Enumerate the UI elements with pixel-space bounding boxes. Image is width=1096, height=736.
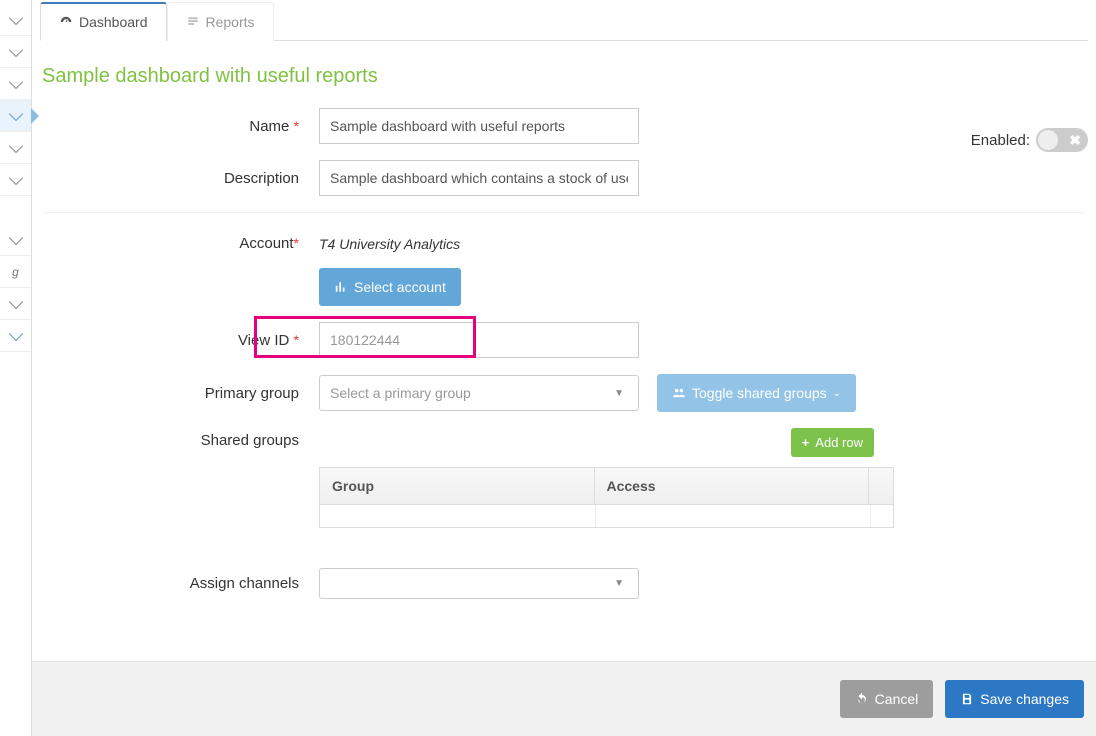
name-label: Name <box>249 118 289 135</box>
sidebar-item-2[interactable] <box>0 36 31 68</box>
primary-group-placeholder: Select a primary group <box>330 385 471 401</box>
plus-icon: + <box>802 435 810 450</box>
add-row-button[interactable]: + Add row <box>791 428 874 457</box>
account-value: T4 University Analytics <box>319 236 460 252</box>
chevron-down-icon <box>8 326 22 340</box>
table-row <box>320 505 893 527</box>
assign-channels-select[interactable]: ▼ <box>319 568 639 599</box>
tab-dashboard[interactable]: Dashboard <box>40 2 167 41</box>
required-icon: * <box>294 118 299 134</box>
close-icon: ✖ <box>1069 131 1081 149</box>
column-header-access: Access <box>595 468 870 504</box>
save-button[interactable]: Save changes <box>945 680 1084 718</box>
sidebar-item-6[interactable] <box>0 164 31 196</box>
name-input[interactable] <box>319 108 639 144</box>
dashboard-icon <box>59 15 73 29</box>
view-id-input[interactable] <box>319 322 639 358</box>
main-panel: Dashboard Reports Sample dashboard with … <box>32 0 1096 736</box>
sidebar-item-3[interactable] <box>0 68 31 100</box>
primary-group-label: Primary group <box>205 385 299 402</box>
chevron-down-icon <box>8 74 22 88</box>
sidebar-item-10[interactable] <box>0 320 31 352</box>
chevron-down-icon <box>8 42 22 56</box>
tab-reports[interactable]: Reports <box>167 2 274 41</box>
separator <box>44 212 1084 213</box>
chevron-down-icon <box>8 138 22 152</box>
required-icon: * <box>294 332 299 348</box>
toggle-shared-groups-button[interactable]: Toggle shared groups ⌄ <box>657 374 856 412</box>
sidebar-item-active[interactable] <box>0 100 31 132</box>
save-icon <box>960 692 974 706</box>
view-id-label: View ID <box>238 332 289 349</box>
description-input[interactable] <box>319 160 639 196</box>
caret-down-icon: ⌄ <box>833 388 841 399</box>
account-label: Account <box>239 235 293 252</box>
caret-down-icon: ▼ <box>610 578 628 589</box>
add-row-label: Add row <box>815 435 863 450</box>
primary-group-select[interactable]: Select a primary group ▼ <box>319 375 639 411</box>
bar-chart-icon <box>334 280 348 294</box>
column-header-actions <box>869 468 893 504</box>
select-account-label: Select account <box>354 279 446 295</box>
page-title: Sample dashboard with useful reports <box>40 41 1088 108</box>
chevron-down-icon <box>8 230 22 244</box>
sidebar-separator <box>0 196 31 224</box>
chevron-down-icon <box>8 106 22 120</box>
column-header-group: Group <box>320 468 595 504</box>
tabs: Dashboard Reports <box>40 2 1088 41</box>
tab-dashboard-label: Dashboard <box>79 14 148 30</box>
sidebar-item-1[interactable] <box>0 4 31 36</box>
toggle-knob <box>1038 130 1058 150</box>
users-icon <box>672 386 686 400</box>
enabled-label: Enabled: <box>971 132 1030 149</box>
sidebar-item-8[interactable]: ɡ <box>0 256 31 288</box>
sidebar-item-9[interactable] <box>0 288 31 320</box>
cancel-label: Cancel <box>875 691 919 707</box>
save-label: Save changes <box>980 691 1069 707</box>
assign-channels-label: Assign channels <box>190 575 299 592</box>
toggle-shared-groups-label: Toggle shared groups <box>692 385 827 401</box>
enabled-toggle[interactable]: ✖ <box>1036 128 1088 152</box>
cancel-button[interactable]: Cancel <box>840 680 934 718</box>
description-label: Description <box>224 170 299 187</box>
undo-icon <box>855 692 869 706</box>
shared-groups-table: Group Access <box>319 467 894 528</box>
chevron-down-icon <box>8 294 22 308</box>
footer: Cancel Save changes <box>32 661 1096 736</box>
sidebar-item-7[interactable] <box>0 224 31 256</box>
chevron-down-icon <box>8 170 22 184</box>
sidebar: ɡ <box>0 0 32 736</box>
caret-down-icon: ▼ <box>610 388 628 399</box>
tab-reports-label: Reports <box>206 14 255 30</box>
select-account-button[interactable]: Select account <box>319 268 461 306</box>
shared-groups-label: Shared groups <box>201 432 299 449</box>
sidebar-item-5[interactable] <box>0 132 31 164</box>
required-icon: * <box>294 235 299 251</box>
reports-icon <box>186 15 200 29</box>
chevron-down-icon <box>8 10 22 24</box>
